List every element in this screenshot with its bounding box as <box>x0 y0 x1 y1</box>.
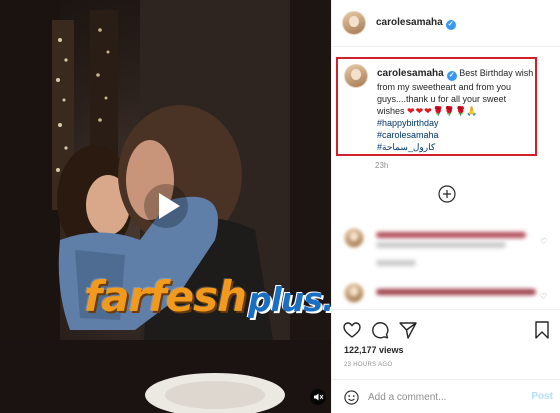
verified-badge-icon: ✓ <box>445 20 456 30</box>
posted-time[interactable]: 23 HOURS AGO <box>344 362 392 368</box>
watermark-sub: plus.com <box>247 280 331 319</box>
heart-outline-icon[interactable]: ♡ <box>540 237 547 246</box>
speaker-muted-icon[interactable] <box>310 389 326 405</box>
caption-username[interactable]: carolesamaha ✓ <box>377 68 457 81</box>
rose-emojis: 🌹🌹🌹 <box>432 106 467 116</box>
post-video[interactable]: farfesh plus.com <box>0 0 331 413</box>
header-username-text[interactable]: carolesamaha <box>376 17 443 28</box>
add-comment-bar: Post <box>332 379 560 413</box>
list-item: ♡ <box>332 228 560 278</box>
avatar <box>344 228 364 248</box>
bookmark-icon[interactable] <box>532 320 552 340</box>
caption-username-text[interactable]: carolesamaha <box>377 68 444 79</box>
emoji-icon[interactable] <box>344 390 359 405</box>
post-header: carolesamaha ✓ <box>332 0 560 47</box>
post-sidebar: carolesamaha ✓ carolesamaha ✓ Best Birthda… <box>331 0 560 413</box>
blurred-comment-text <box>376 242 506 248</box>
heart-emojis: ❤❤❤ <box>407 106 433 116</box>
watermark-main: farfesh <box>84 272 247 321</box>
hashtag-carolesamaha[interactable]: #carolesamaha <box>377 129 535 141</box>
avatar <box>344 283 364 303</box>
avatar[interactable] <box>342 11 366 35</box>
praying-hands-emoji: 🙏 <box>466 106 478 116</box>
action-bar <box>342 320 556 342</box>
caption-avatar[interactable] <box>344 64 368 88</box>
share-icon[interactable] <box>398 320 418 340</box>
watermark: farfesh plus.com <box>84 272 331 321</box>
view-count[interactable]: 122,177 views <box>344 345 404 355</box>
hashtag-arabic-name[interactable]: #كارول_سماحة <box>377 141 535 153</box>
caption: carolesamaha ✓ Best Birthday wish from my… <box>377 67 535 153</box>
heart-outline-icon[interactable]: ♡ <box>540 292 547 301</box>
plus-circle-icon[interactable] <box>438 185 456 203</box>
verified-badge-icon: ✓ <box>446 71 457 81</box>
blurred-comment-text <box>376 289 536 295</box>
post-button[interactable]: Post <box>531 391 553 402</box>
blurred-comment-text <box>376 232 526 238</box>
caption-time[interactable]: 23h <box>375 161 388 170</box>
play-icon[interactable] <box>143 183 189 229</box>
header-username[interactable]: carolesamaha ✓ <box>376 17 456 30</box>
comment-icon[interactable] <box>370 320 390 340</box>
heart-icon[interactable] <box>342 320 362 340</box>
post-footer: 122,177 views 23 HOURS AGO Post <box>332 309 560 413</box>
comment-input[interactable] <box>368 388 518 406</box>
hashtag-happybirthday[interactable]: #happybirthday <box>377 117 535 129</box>
caption-highlight: carolesamaha ✓ Best Birthday wish from my… <box>336 57 537 156</box>
blurred-comment-meta <box>376 260 416 266</box>
